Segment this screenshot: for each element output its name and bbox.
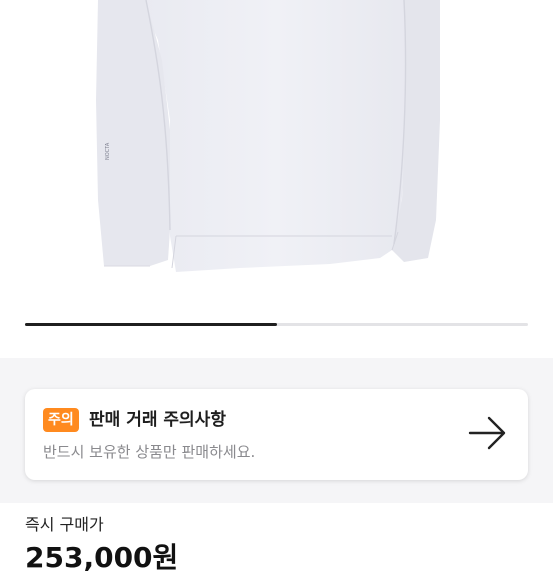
instant-buy-price-label: 즉시 구매가 — [25, 515, 104, 534]
instant-buy-price: 253,000원 — [25, 541, 179, 574]
notice-description: 반드시 보유한 상품만 판매하세요. — [43, 443, 256, 461]
sale-notice-card[interactable]: 주의 판매 거래 주의사항 반드시 보유한 상품만 판매하세요. — [25, 389, 528, 480]
carousel-indicator — [25, 323, 528, 326]
carousel-indicator-fill — [25, 323, 277, 326]
product-image-carousel[interactable]: NOCTA — [0, 0, 553, 358]
notice-title: 판매 거래 주의사항 — [89, 410, 226, 430]
notice-badge: 주의 — [43, 408, 79, 432]
arrow-right-icon[interactable] — [468, 416, 508, 450]
product-image: NOCTA — [96, 0, 440, 272]
svg-text:NOCTA: NOCTA — [105, 142, 111, 160]
